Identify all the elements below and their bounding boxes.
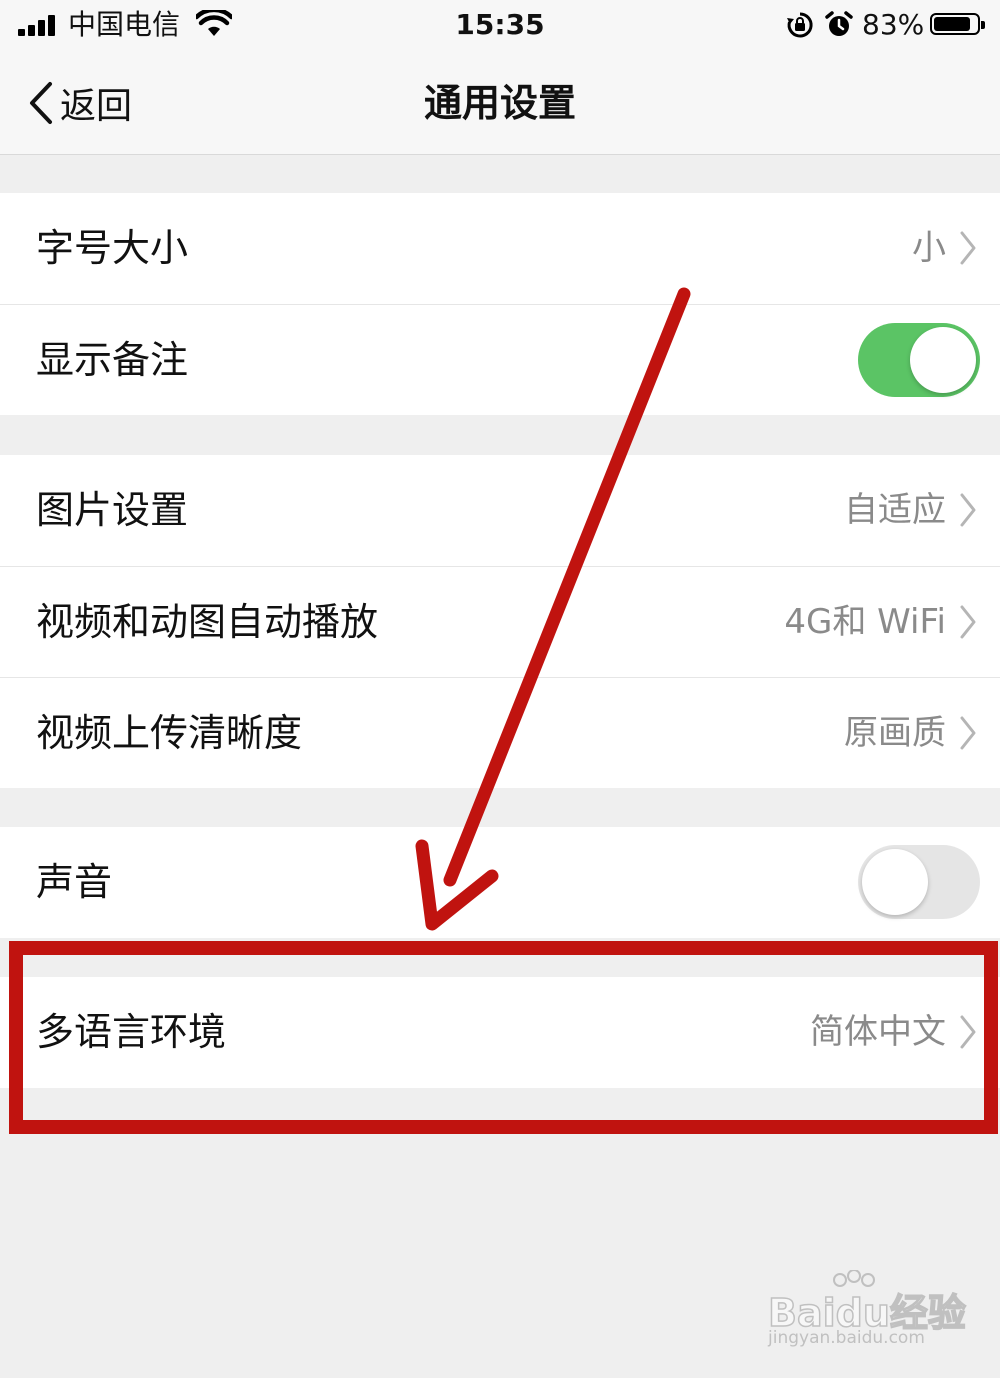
baidu-watermark: Baidu经验 jingyan.baidu.com: [767, 1270, 967, 1360]
arrow-annotation: [415, 287, 691, 931]
watermark-url: jingyan.baidu.com: [768, 1328, 925, 1348]
